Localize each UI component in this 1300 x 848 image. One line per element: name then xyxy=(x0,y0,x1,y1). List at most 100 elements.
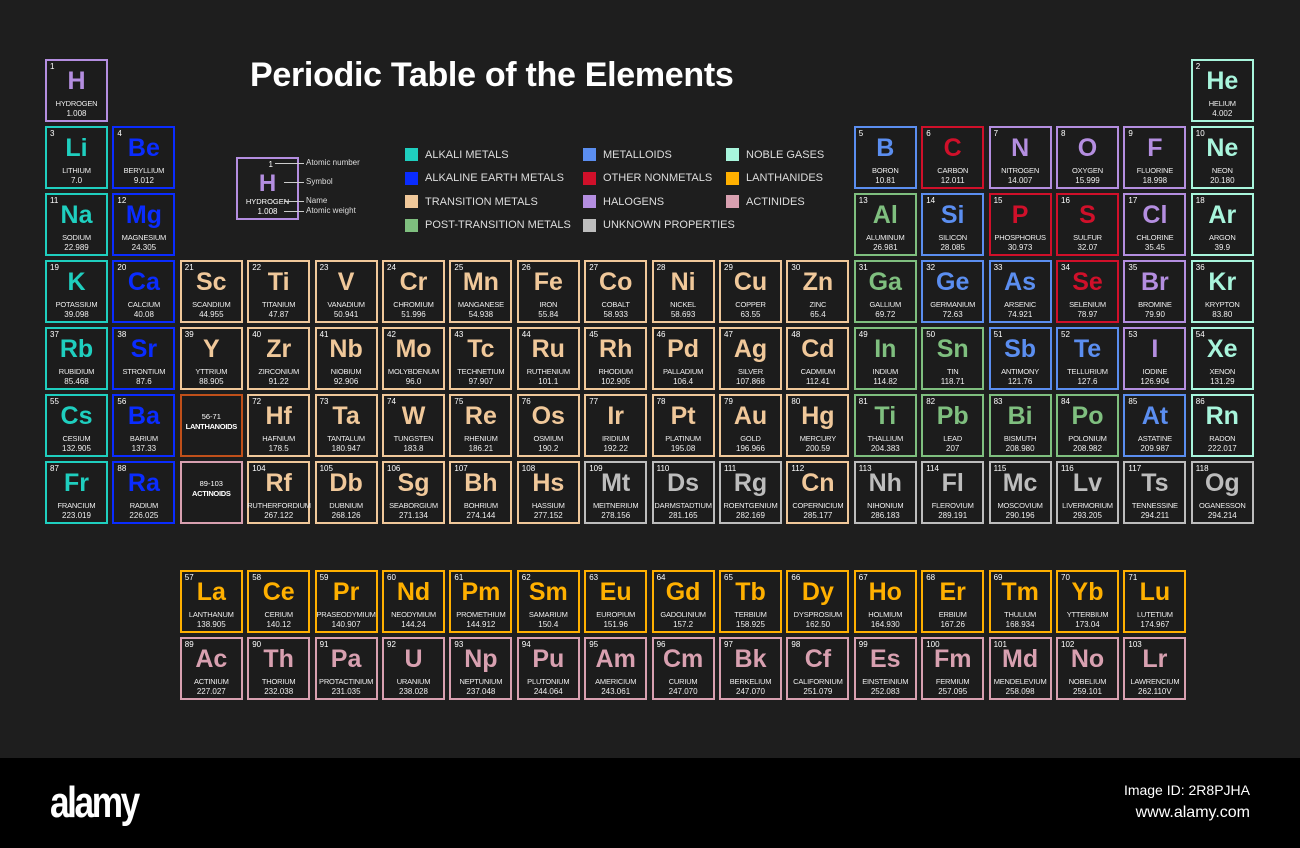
element-name: THULIUM xyxy=(1004,610,1037,619)
atomic-weight: 209.987 xyxy=(1140,444,1170,453)
element-cell-sodium: 11 Na SODIUM 22.989 xyxy=(45,193,108,256)
element-symbol: Rh xyxy=(599,335,633,363)
element-symbol: Ds xyxy=(667,469,700,497)
element-name: MERCURY xyxy=(799,434,837,443)
element-cell-technetium: 43 Tc TECHNETIUM 97.907 xyxy=(449,327,513,390)
element-cell-tennessine: 117 Ts TENNESSINE 294.211 xyxy=(1123,461,1187,524)
atomic-weight: 257.095 xyxy=(938,687,968,696)
atomic-weight: 4.002 xyxy=(1212,109,1233,118)
atomic-weight: 30.973 xyxy=(1007,243,1033,252)
atomic-weight: 20.180 xyxy=(1210,176,1235,185)
element-cell-phosphorus: 15 P PHOSPHORUS 30.973 xyxy=(988,193,1052,256)
element-name: ANTIMONY xyxy=(1001,367,1040,376)
element-symbol: Tb xyxy=(735,578,766,606)
element-symbol: Be xyxy=(127,134,160,162)
element-symbol: Xe xyxy=(1207,335,1238,363)
atomic-weight: 258.098 xyxy=(1005,687,1035,696)
element-cell-cerium: 58 Ce CERIUM 140.12 xyxy=(247,570,311,633)
element-cell-thallium: 81 Ti THALLIUM 204.383 xyxy=(853,394,917,457)
element-name: POLONIUM xyxy=(1068,434,1107,443)
element-name: CADMIUM xyxy=(800,367,836,376)
element-symbol: Zn xyxy=(802,268,834,296)
atomic-weight: 243.061 xyxy=(601,687,631,696)
atomic-weight: 96.0 xyxy=(405,377,422,386)
element-name: HAFNIUM xyxy=(262,434,296,443)
element-name: GERMANIUM xyxy=(930,300,976,309)
atomic-weight: 289.191 xyxy=(938,511,968,520)
element-cell-dubnium: 105 Db DUBNIUM 268.126 xyxy=(314,461,378,524)
element-name: COPPER xyxy=(735,300,766,309)
element-cell-nobelium: 102 No NOBELIUM 259.101 xyxy=(1056,637,1119,700)
element-symbol: Er xyxy=(939,578,966,606)
element-symbol: Hf xyxy=(265,402,292,430)
atomic-weight: 126.904 xyxy=(1140,377,1170,386)
element-symbol: Ta xyxy=(332,402,360,430)
element-symbol: Si xyxy=(940,201,965,229)
atomic-weight: 174.967 xyxy=(1140,620,1170,629)
element-cell-argon: 18 Ar ARGON 39.9 xyxy=(1190,193,1254,256)
element-cell-tellurium: 52 Te TELLURIUM 127.6 xyxy=(1056,327,1119,390)
series-label: LANTHANOIDS xyxy=(185,422,238,431)
footer-bar: alamy Image ID: 2R8PJHA www.alamy.com xyxy=(0,758,1300,848)
key-number: 1 xyxy=(268,160,273,169)
element-cell-sulfur: 16 S SULFUR 32.07 xyxy=(1056,193,1119,256)
element-symbol: Kr xyxy=(1208,268,1237,296)
element-symbol: Es xyxy=(870,645,901,673)
legend-item-halogen: HALOGENS xyxy=(583,195,664,208)
element-cell-mercury: 80 Hg MERCURY 200.59 xyxy=(786,394,850,457)
atomic-weight: 114.82 xyxy=(873,377,898,386)
page-title: Periodic Table of the Elements xyxy=(250,56,734,94)
legend-swatch xyxy=(405,171,418,185)
element-name: EUROPIUM xyxy=(596,610,636,619)
atomic-weight: 164.930 xyxy=(870,620,900,629)
atomic-weight: 207 xyxy=(946,444,960,453)
element-name: TITANIUM xyxy=(262,300,296,309)
element-name: SULFUR xyxy=(1073,233,1102,242)
element-symbol: Al xyxy=(872,201,898,229)
element-cell-darmstadtium: 110 Ds DARMSTADTIUM 281.165 xyxy=(651,461,715,524)
element-symbol: Bh xyxy=(464,469,498,497)
atomic-weight: 32.07 xyxy=(1077,243,1098,252)
atomic-weight: 138.905 xyxy=(196,620,226,629)
element-symbol: U xyxy=(404,645,423,673)
element-cell-titanium: 22 Ti TITANIUM 47.87 xyxy=(247,260,311,323)
element-symbol: Mt xyxy=(601,469,631,497)
element-name: CALCIUM xyxy=(127,300,161,309)
element-symbol: P xyxy=(1011,201,1029,229)
element-name: TECHNETIUM xyxy=(457,367,505,376)
atomic-weight: 247.070 xyxy=(736,687,765,696)
atomic-weight: 137.33 xyxy=(131,444,157,453)
legend-item-post: POST-TRANSITION METALS xyxy=(405,218,571,232)
element-symbol: N xyxy=(1011,134,1030,162)
atomic-weight: 74.921 xyxy=(1007,310,1033,319)
element-cell-calcium: 20 Ca CALCIUM 40.08 xyxy=(112,260,176,323)
atomic-weight: 101.1 xyxy=(538,377,559,386)
element-cell-silver: 47 Ag SILVER 107.868 xyxy=(719,327,782,390)
atomic-weight: 12.011 xyxy=(940,176,965,185)
legend-swatch xyxy=(405,218,418,232)
element-cell-aluminum: 13 Al ALUMINUM 26.981 xyxy=(853,193,917,256)
element-cell-magnesium: 12 Mg MAGNESIUM 24.305 xyxy=(112,193,176,256)
element-cell-uranium: 92 U URANIUM 238.028 xyxy=(382,637,445,700)
element-cell-fermium: 100 Fm FERMIUM 257.095 xyxy=(921,637,985,700)
key-label-name: Name xyxy=(306,196,328,205)
element-symbol: Na xyxy=(60,201,93,229)
element-symbol: Pu xyxy=(532,645,565,673)
atomic-weight: 162.50 xyxy=(805,620,831,629)
element-name: LEAD xyxy=(943,434,963,443)
element-symbol: Cd xyxy=(801,335,835,363)
atomic-weight: 55.84 xyxy=(538,310,559,319)
element-name: SILICON xyxy=(938,233,967,242)
legend-swatch xyxy=(726,195,739,208)
legend-item-noble: NOBLE GASES xyxy=(726,148,824,161)
element-cell-strontium: 38 Sr STRONTIUM 87.6 xyxy=(112,327,176,390)
atomic-weight: 112.41 xyxy=(805,377,830,386)
atomic-weight: 97.907 xyxy=(468,377,494,386)
element-name: PHOSPHORUS xyxy=(994,233,1046,242)
element-name: HASSIUM xyxy=(531,501,565,510)
element-name: RUBIDIUM xyxy=(58,367,95,376)
element-name: XENON xyxy=(1209,367,1236,376)
element-cell-copernicium: 112 Cn COPERNICIUM 285.177 xyxy=(786,461,850,524)
element-name: EINSTEINIUM xyxy=(862,677,909,686)
atomic-weight: 140.12 xyxy=(266,620,291,629)
